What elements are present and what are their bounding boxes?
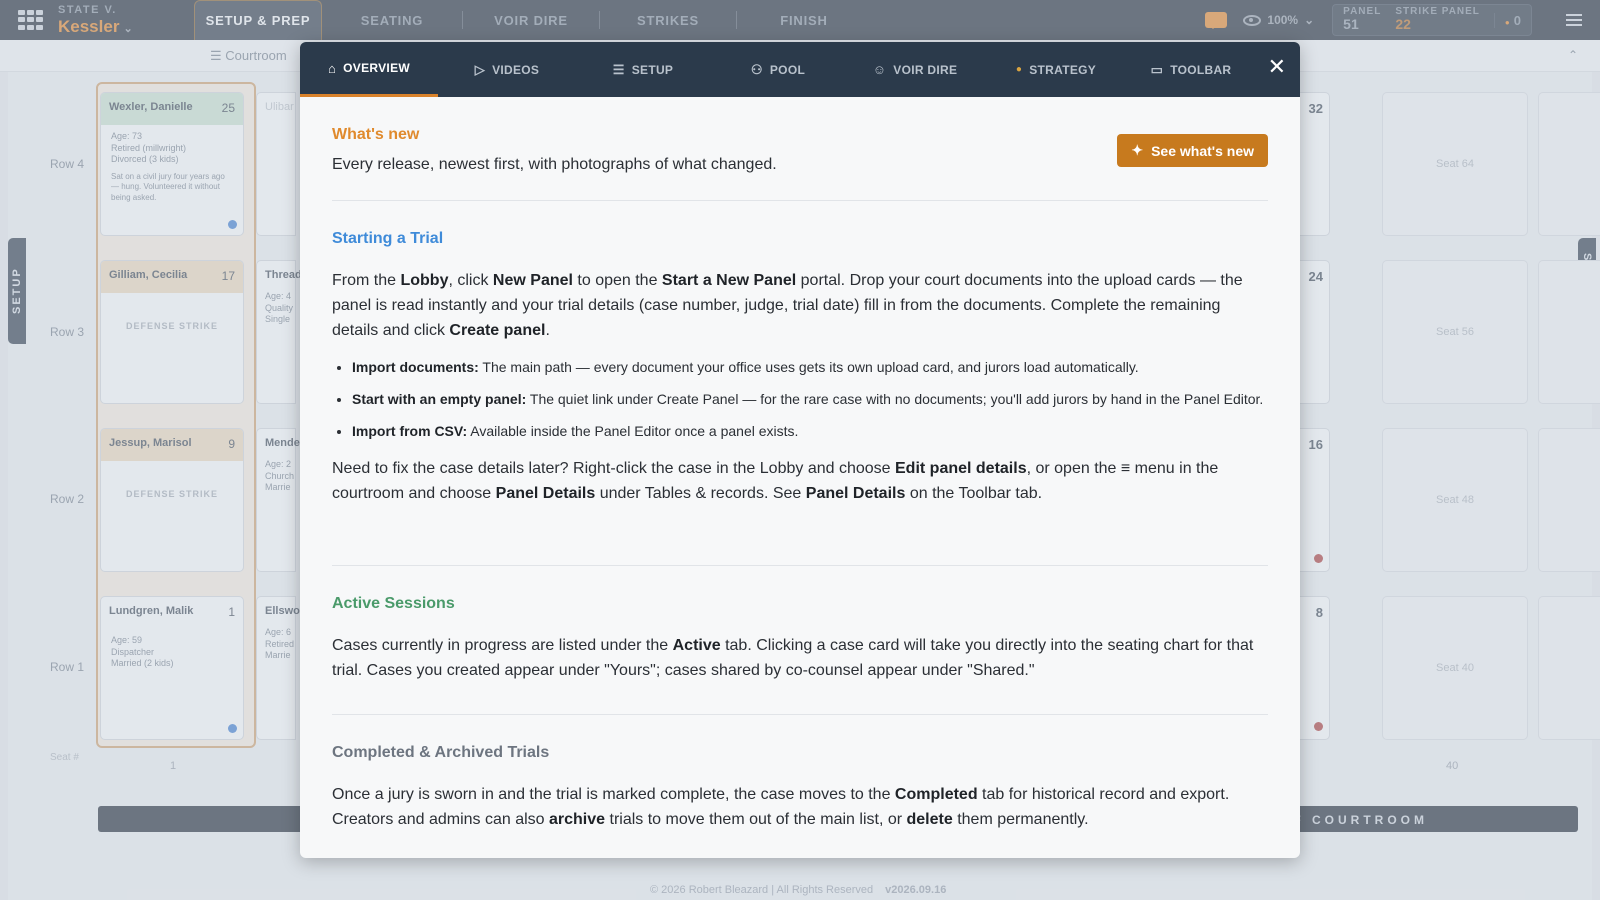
tab-videos[interactable]: ▷ VIDEOS [438, 42, 576, 97]
toolbar-icon: ▭ [1150, 61, 1164, 77]
menu-icon: ≡ [1120, 460, 1131, 477]
list-item: Import from CSV: Available inside the Pa… [352, 421, 1268, 442]
tab-overview[interactable]: ⌂ OVERVIEW [300, 42, 438, 97]
sliders-icon: ☰ [612, 61, 625, 77]
completed-paragraph: Once a jury is sworn in and the trial is… [332, 786, 1230, 828]
help-modal: ⌂ OVERVIEW ▷ VIDEOS ☰ SETUP ⚇ POOL ☺ VOIR DIR… [300, 42, 1300, 858]
active-sessions-section: Active Sessions Cases currently in progr… [332, 566, 1268, 715]
edit-details-paragraph: Need to fix the case details later? Righ… [332, 460, 1219, 502]
help-tabs: ⌂ OVERVIEW ▷ VIDEOS ☰ SETUP ⚇ POOL ☺ VOIR DIR… [300, 42, 1300, 97]
help-content: What's new Every release, newest first, … [300, 97, 1300, 832]
tab-toolbar[interactable]: ▭ TOOLBAR [1128, 42, 1254, 97]
see-whats-new-button[interactable]: ✦ See what's new [1117, 134, 1268, 167]
starting-trial-paragraph: From the Lobby, click New Panel to open … [332, 272, 1243, 339]
active-sessions-paragraph: Cases currently in progress are listed u… [332, 637, 1254, 679]
completed-heading: Completed & Archived Trials [332, 744, 550, 761]
tab-setup[interactable]: ☰ SETUP [576, 42, 710, 97]
tab-pool[interactable]: ⚇ POOL [710, 42, 846, 97]
home-icon: ⌂ [327, 60, 337, 76]
play-icon: ▷ [474, 61, 486, 77]
sparkle-icon: ✦ [1131, 142, 1144, 158]
people-icon: ⚇ [750, 61, 763, 77]
starting-trial-heading: Starting a Trial [332, 230, 444, 247]
tab-strategy[interactable]: ● STRATEGY [984, 42, 1128, 97]
list-item: Start with an empty panel: The quiet lin… [352, 389, 1268, 410]
starting-trial-list: Import documents: The main path — every … [352, 357, 1268, 442]
active-sessions-heading: Active Sessions [332, 595, 455, 612]
tab-voir-dire[interactable]: ☺ VOIR DIRE [846, 42, 984, 97]
list-item: Import documents: The main path — every … [352, 357, 1268, 378]
speaker-icon: ☺ [872, 62, 887, 77]
lightbulb-icon: ● [1015, 64, 1023, 75]
starting-trial-section: Starting a Trial From the Lobby, click N… [332, 201, 1268, 566]
close-icon[interactable]: ✕ [1268, 56, 1286, 78]
completed-section: Completed & Archived Trials Once a jury … [332, 715, 1268, 832]
